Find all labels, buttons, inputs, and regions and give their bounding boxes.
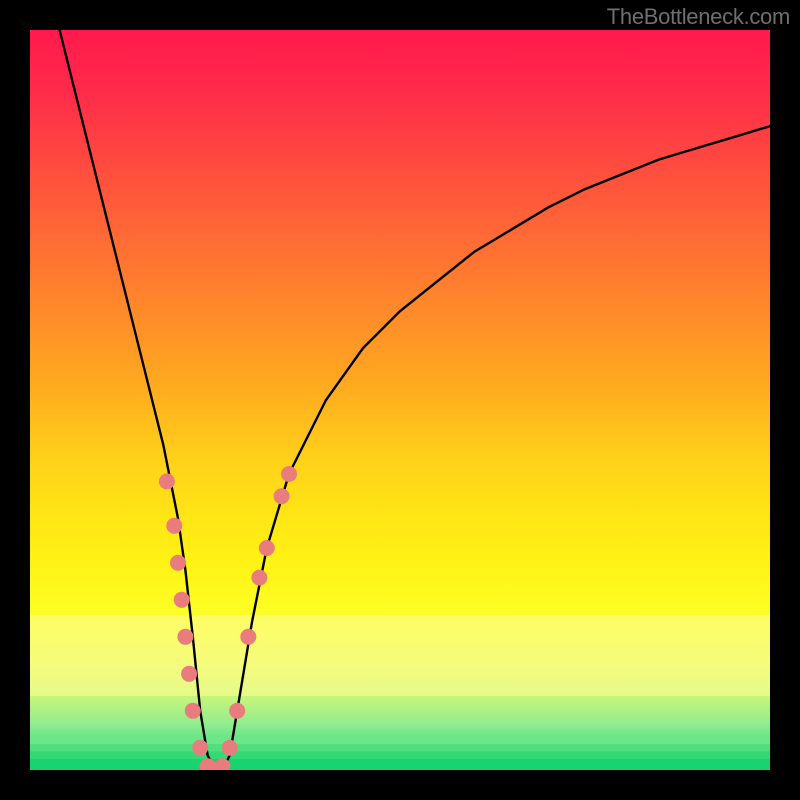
highlight-dots — [159, 466, 297, 770]
marker-dot — [170, 555, 186, 571]
marker-dot — [177, 629, 193, 645]
marker-dot — [166, 518, 182, 534]
marker-dot — [159, 473, 175, 489]
marker-dot — [240, 629, 256, 645]
bottleneck-curve — [60, 30, 770, 770]
marker-dot — [281, 466, 297, 482]
marker-dot — [259, 540, 275, 556]
chart-frame: TheBottleneck.com — [0, 0, 800, 800]
watermark-text: TheBottleneck.com — [607, 4, 790, 30]
marker-dot — [192, 740, 208, 756]
marker-dot — [222, 740, 238, 756]
marker-dot — [185, 703, 201, 719]
marker-dot — [274, 488, 290, 504]
bottleneck-curve-svg — [30, 30, 770, 770]
marker-dot — [251, 570, 267, 586]
plot-area — [30, 30, 770, 770]
marker-dot — [229, 703, 245, 719]
marker-dot — [174, 592, 190, 608]
marker-dot — [181, 666, 197, 682]
